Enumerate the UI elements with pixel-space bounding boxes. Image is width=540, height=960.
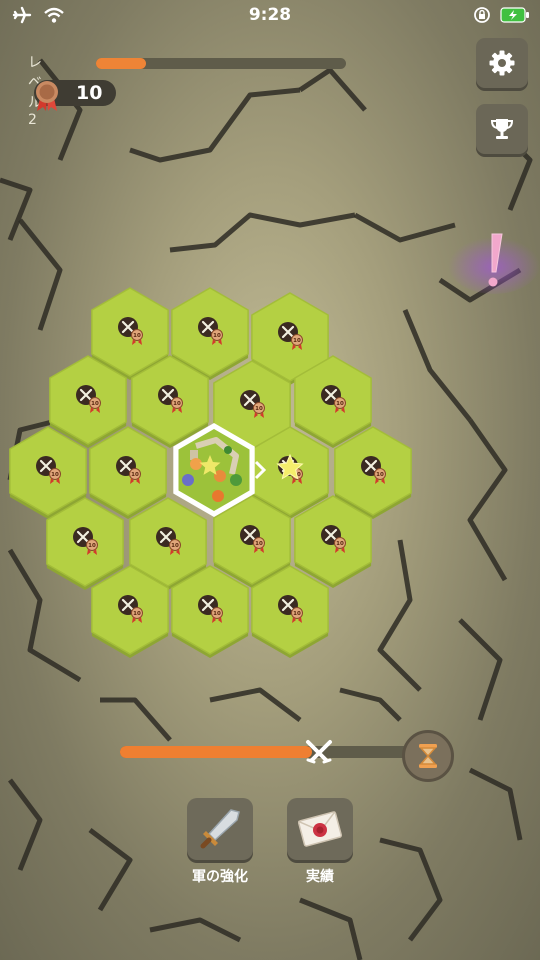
battle-progress-bar xyxy=(120,746,420,758)
tile-level-badge: 10 xyxy=(133,611,141,617)
tile-level-badge: 10 xyxy=(51,472,59,478)
tile-level-badge: 10 xyxy=(336,401,344,407)
tile-level-badge: 10 xyxy=(131,472,139,478)
crossed-swords-icon xyxy=(306,740,332,764)
tile-level-badge: 10 xyxy=(91,401,99,407)
tile-level-badge: 10 xyxy=(255,406,263,412)
tile-level-badge: 10 xyxy=(336,541,344,547)
hex-territory-map: 101010101010101010101010101010101010 xyxy=(9,287,412,658)
tile-level-badge: 10 xyxy=(173,401,181,407)
tile-level-badge: 10 xyxy=(255,541,263,547)
hourglass-icon xyxy=(419,744,437,768)
tile-level-badge: 10 xyxy=(213,333,221,339)
battle-progress-fill xyxy=(120,746,312,758)
achievements-button[interactable] xyxy=(287,798,353,860)
tile-level-badge: 10 xyxy=(213,611,221,617)
army-upgrade-button[interactable] xyxy=(187,798,253,860)
tile-level-badge: 10 xyxy=(376,472,384,478)
tile-level-badge: 10 xyxy=(293,338,301,344)
sword-icon xyxy=(200,809,240,849)
hourglass-button[interactable] xyxy=(402,730,454,782)
achievements-label: 実績 xyxy=(306,869,334,885)
tile-level-badge: 10 xyxy=(293,611,301,617)
tile-level-badge: 10 xyxy=(133,333,141,339)
army-upgrade-label: 軍の強化 xyxy=(192,869,248,885)
letter-seal-icon xyxy=(297,811,343,847)
tile-level-badge: 10 xyxy=(88,543,96,549)
tile-level-badge: 10 xyxy=(171,543,179,549)
